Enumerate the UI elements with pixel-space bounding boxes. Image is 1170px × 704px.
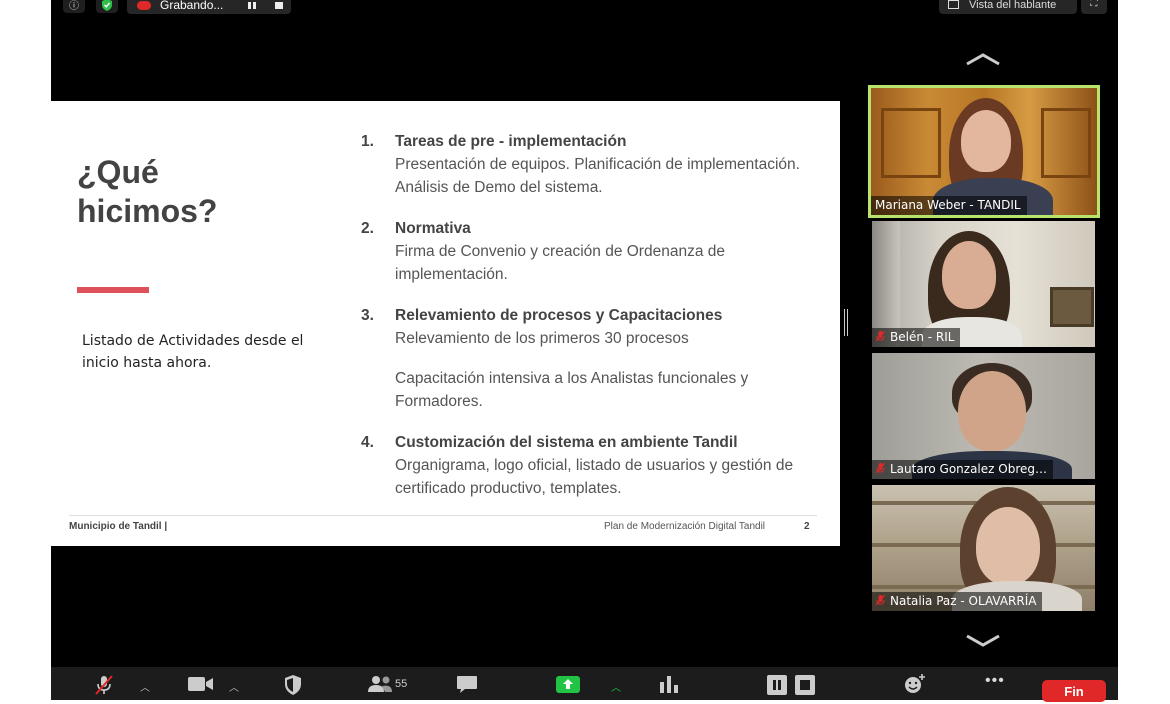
fullscreen-icon[interactable]: ⛶ [1081,0,1107,14]
item-description: Relevamiento de los primeros 30 procesos [395,330,689,347]
item-title: Normativa [395,220,471,237]
item-number: 1. [361,133,374,150]
participant-tile[interactable]: Natalia Paz - OLAVARRÍA [872,485,1095,611]
item-number: 2. [361,220,374,237]
participant-name: Belén - RIL [872,328,961,347]
mic-muted-icon [876,595,885,606]
speaker-view-icon [948,0,959,9]
cabinet-door [881,108,941,178]
reactions-icon[interactable] [904,674,926,697]
mic-muted-icon[interactable] [93,675,115,698]
person-face [961,110,1011,172]
chevron-up-icon[interactable] [963,46,1003,72]
slide-page-number: 2 [804,521,810,532]
polls-icon[interactable] [659,675,679,696]
pause-recording-icon[interactable] [767,675,787,698]
mic-muted-icon [876,463,885,474]
person-face [942,241,996,309]
item-title: Customización del sistema en ambiente Ta… [395,434,738,451]
activity-list: 1. Tareas de pre - implementación Presen… [361,130,811,518]
list-item: 4. Customización del sistema en ambiente… [361,431,811,500]
info-icon[interactable]: ⓘ [63,0,85,13]
participant-name-text: Lautaro Gonzalez Obreg… [890,462,1047,476]
wall-painting [1050,287,1094,327]
share-screen-icon[interactable] [556,676,580,696]
participant-name: Natalia Paz - OLAVARRÍA [872,592,1043,611]
slide-subtitle: Listado de Actividades desde el inicio h… [82,333,304,371]
item-description: Firma de Convenio y creación de Ordenanz… [395,243,725,283]
item-title: Relevamiento de procesos y Capacitacione… [395,307,723,324]
person-face [958,371,1026,451]
audio-options-chevron-icon[interactable]: ︿ [140,679,150,694]
speaker-view-button[interactable]: Vista del hablante [939,0,1077,14]
pause-icon-bar[interactable] [253,2,256,9]
shared-slide: ¿Qué hicimos? Listado de Actividades des… [51,101,840,546]
participant-tile[interactable]: Lautaro Gonzalez Obreg… [872,353,1095,479]
shield-check-icon[interactable] [96,0,118,13]
slide-title: ¿Qué hicimos? [77,154,218,229]
participant-name-text: Natalia Paz - OLAVARRÍA [890,594,1037,608]
mic-muted-icon [876,331,885,342]
participant-name: Mariana Weber - TANDIL [871,196,1027,215]
slide-accent-bar [77,287,149,293]
item-number: 3. [361,307,374,324]
meeting-toolbar: ︿ ︿ 55 ︿ ••• [51,667,1118,700]
slide-footer-left: Municipio de Tandil | [69,521,168,532]
video-options-chevron-icon[interactable]: ︿ [229,679,239,694]
participants-count: 55 [395,678,408,690]
list-item: 1. Tareas de pre - implementación Presen… [361,130,811,199]
participant-tile[interactable]: Belén - RIL [872,221,1095,347]
item-number: 4. [361,434,374,451]
stop-recording-icon[interactable] [795,675,815,698]
more-icon[interactable]: ••• [985,672,1005,690]
pause-icon[interactable] [248,2,251,9]
participant-tile-active[interactable]: Mariana Weber - TANDIL [868,85,1100,218]
item-description: Organigrama, logo oficial, listado de us… [395,457,794,497]
zoom-meeting-window: ⓘ Grabando... Vista del hablante ⛶ ¿Qué … [51,0,1118,702]
slide-footer-right: Plan de Modernización Digital Tandil [604,521,766,532]
cabinet-door [1041,108,1091,178]
recording-indicator: Grabando... [127,0,291,14]
panel-resize-handle[interactable] [844,309,848,336]
recording-label: Grabando... [160,0,224,12]
end-meeting-button[interactable]: Fin [1042,680,1106,702]
slide-footer-divider [69,515,817,516]
person-face [976,507,1040,585]
chat-icon[interactable] [456,675,478,697]
participants-button[interactable]: 55 [367,675,407,693]
chevron-down-icon[interactable] [963,628,1003,654]
top-bar: ⓘ Grabando... Vista del hablante ⛶ [51,0,1118,16]
share-options-chevron-icon[interactable]: ︿ [611,679,621,694]
list-item: 3. Relevamiento de procesos y Capacitaci… [361,304,811,413]
recording-icon [137,0,151,10]
list-item: 2. Normativa Firma de Convenio y creació… [361,217,811,286]
speaker-view-label: Vista del hablante [969,0,1057,11]
security-icon[interactable] [284,675,302,698]
stop-icon[interactable] [275,2,283,9]
participant-name: Lautaro Gonzalez Obreg… [872,460,1053,479]
participants-icon [368,676,392,692]
participant-name-text: Belén - RIL [890,330,955,344]
item-title: Tareas de pre - implementación [395,133,627,150]
item-description-extra: Capacitación intensiva a los Analistas f… [395,370,749,410]
video-icon[interactable] [188,676,214,695]
item-description: Presentación de equipos. Planificación d… [395,156,800,196]
